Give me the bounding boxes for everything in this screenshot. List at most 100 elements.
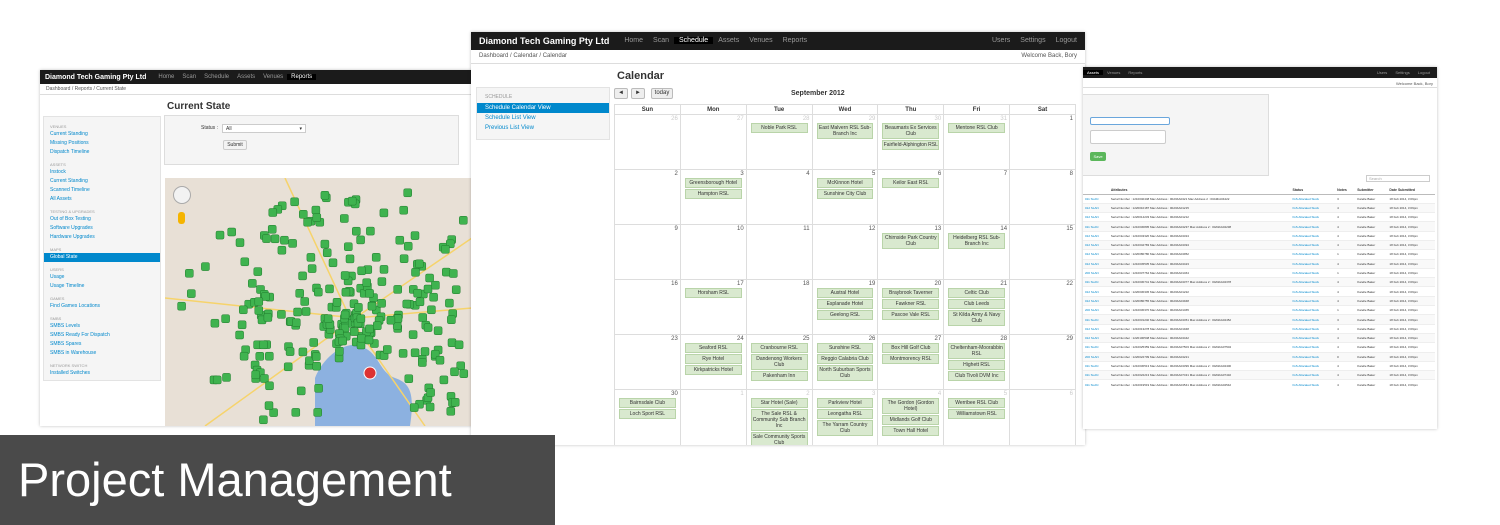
calendar-event[interactable]: Star Hotel (Sale) (750, 398, 808, 408)
venue-marker[interactable] (426, 388, 435, 397)
venue-marker[interactable] (357, 266, 366, 276)
venue-marker[interactable] (335, 346, 344, 356)
venue-marker[interactable] (221, 314, 230, 323)
calendar-day[interactable]: 17 Horsham RSL (679, 279, 747, 335)
nav-assets[interactable]: Assets (233, 74, 259, 80)
venue-marker[interactable] (356, 314, 366, 323)
nav-reports[interactable]: Reports (1124, 70, 1146, 75)
calendar-day[interactable]: 1 (1009, 114, 1076, 170)
venue-marker[interactable] (185, 269, 194, 278)
table-cell[interactable]: 012 SLAN (1083, 295, 1109, 306)
calendar-day[interactable]: 26 (614, 114, 681, 170)
venue-marker[interactable] (338, 336, 347, 346)
venue-marker[interactable] (344, 242, 353, 251)
calendar-day[interactable]: 3 Parkview Hotel Leongatha RSL The Yarram C… (811, 389, 879, 445)
calendar-event[interactable]: Werribee RSL Club (948, 398, 1006, 408)
nav-reports[interactable]: Reports (778, 37, 813, 44)
calendar-event[interactable]: Fairfield-Alphington RSL (882, 140, 940, 150)
venue-marker[interactable] (366, 226, 375, 236)
nav-venues[interactable]: Venues (744, 37, 777, 44)
venue-marker[interactable] (288, 239, 297, 248)
table-cell[interactable]: 012 SLAN (1083, 212, 1109, 222)
calendar-day[interactable]: 6 Keilor East RSL (877, 169, 945, 225)
calendar-event[interactable]: Rye Hotel (684, 354, 742, 364)
calendar-event[interactable]: Town Hall Hotel (882, 426, 940, 436)
sidebar-item-smbs-in-warehouse[interactable]: SMBS in Warehouse (44, 349, 160, 358)
calendar-day[interactable]: 22 (1009, 279, 1076, 335)
nav-users[interactable]: Users (1373, 70, 1391, 75)
venue-marker[interactable] (265, 351, 274, 361)
calendar-day[interactable]: 12 (811, 224, 879, 280)
calendar-event[interactable]: Heidelberg RSL Sub-Branch Inc (948, 233, 1006, 249)
calendar-day[interactable]: 15 (1009, 224, 1076, 280)
calendar-event[interactable]: Club Leeds (948, 299, 1006, 309)
table-cell[interactable]: 012 SLAN (1083, 323, 1109, 334)
sidebar-item-global-state[interactable]: Global State (44, 253, 160, 262)
table-cell[interactable]: 012 SLAN (1083, 202, 1109, 213)
venue-marker[interactable] (402, 299, 412, 309)
calendar-event[interactable]: Seaford RSL (684, 343, 742, 353)
venue-marker[interactable] (449, 269, 458, 278)
breadcrumb-text[interactable]: Dashboard / Calendar / Calendar (479, 53, 567, 60)
sidebar-item-current-standing[interactable]: Current Standing (44, 177, 160, 186)
venue-marker[interactable] (340, 310, 350, 320)
sidebar-item-smbs-ready-for-dispatch[interactable]: SMBS Ready For Dispatch (44, 331, 160, 340)
calendar-event[interactable]: Williamstown RSL (948, 409, 1006, 419)
table-row[interactable]: 012 SLAN Serial Number : 1220014233 Mac A… (1083, 212, 1435, 222)
venue-marker[interactable] (365, 324, 374, 334)
calendar-event[interactable]: The Sale RSL & Community Sub Branch Inc (750, 409, 808, 431)
table-row[interactable]: 012 SLAN Serial Number : 1210042783 Mac A… (1083, 239, 1435, 250)
table-cell[interactable]: 011 SLAN (1083, 314, 1109, 325)
save-button[interactable]: Save (1090, 152, 1106, 161)
calendar-event[interactable]: Loch Sport RSL (619, 409, 676, 419)
venue-marker[interactable] (320, 191, 330, 200)
venue-marker[interactable] (352, 226, 361, 236)
sidebar-item-usage[interactable]: Usage (44, 273, 160, 282)
pegman-icon[interactable] (178, 212, 185, 224)
venue-marker[interactable] (347, 196, 357, 206)
calendar-event[interactable]: Horsham RSL (684, 288, 742, 298)
venue-marker[interactable] (459, 216, 468, 225)
table-cell[interactable]: 011 SLAN (1083, 342, 1109, 353)
venue-marker[interactable] (262, 234, 271, 243)
calendar-event[interactable]: Montmorency RSL (882, 354, 940, 364)
venue-marker[interactable] (268, 208, 278, 217)
venue-marker[interactable] (439, 375, 449, 385)
table-row[interactable]: 012 SLAN Serial Number : 1220080780 Mac A… (1083, 249, 1435, 260)
nav-venues[interactable]: Venues (1103, 70, 1124, 75)
nav-users[interactable]: Users (987, 37, 1015, 44)
table-cell[interactable]: 012 SLAN (1083, 239, 1109, 250)
table-row[interactable]: 011 SLAN Serial Number : 1210022213 Mac A… (1083, 370, 1435, 380)
table-cell[interactable]: 012 SLAN (1083, 230, 1109, 241)
nav-venues[interactable]: Venues (259, 74, 287, 80)
venue-marker[interactable] (227, 227, 236, 237)
venue-marker[interactable] (377, 277, 387, 286)
calendar-event[interactable]: The Gordon (Gordon Hotel) (882, 398, 940, 414)
table-row[interactable]: 012 SLAN Serial Number : 1210043320 Mac A… (1083, 230, 1435, 241)
venue-marker[interactable] (356, 235, 365, 245)
table-cell[interactable]: 012 SLAN (1083, 249, 1109, 260)
venue-marker[interactable] (431, 280, 440, 290)
calendar-day[interactable]: 20 Braybrook Taverner Fawkner RSL Pascoe Va… (877, 279, 945, 335)
calendar-event[interactable]: Austral Hotel (816, 288, 874, 298)
calendar-day[interactable]: 26 Sunshine RSL Reggio Calabria Club North … (811, 334, 879, 390)
calendar-event[interactable]: The Yarram Country Club (816, 420, 874, 436)
table-row[interactable]: 011 SLAN Serial Number : 1210040448 Mac A… (1083, 193, 1435, 204)
calendar-day[interactable]: 4 (745, 169, 813, 225)
calendar-day[interactable]: 5 Werribee RSL Club Williamstown RSL (943, 389, 1011, 445)
venue-marker[interactable] (212, 375, 222, 385)
venue-marker[interactable] (410, 348, 420, 358)
venue-marker[interactable] (435, 355, 445, 365)
sidebar-item-usage-timeline[interactable]: Usage Timeline (44, 282, 160, 291)
calendar-event[interactable]: Fawkner RSL (882, 299, 940, 309)
notes-textarea[interactable] (1090, 130, 1166, 144)
venue-marker[interactable] (265, 381, 274, 391)
venue-marker[interactable] (307, 264, 317, 273)
venue-marker[interactable] (259, 340, 268, 350)
nav-logout[interactable]: Logout (1051, 37, 1082, 44)
submit-button[interactable]: Submit (223, 140, 247, 150)
calendar-event[interactable]: Celtic Club (948, 288, 1006, 298)
venue-marker[interactable] (277, 310, 286, 319)
calendar-event[interactable]: Greensborough Hotel (684, 178, 742, 188)
calendar-event[interactable]: Kirkpatricks Hotel (684, 365, 742, 375)
